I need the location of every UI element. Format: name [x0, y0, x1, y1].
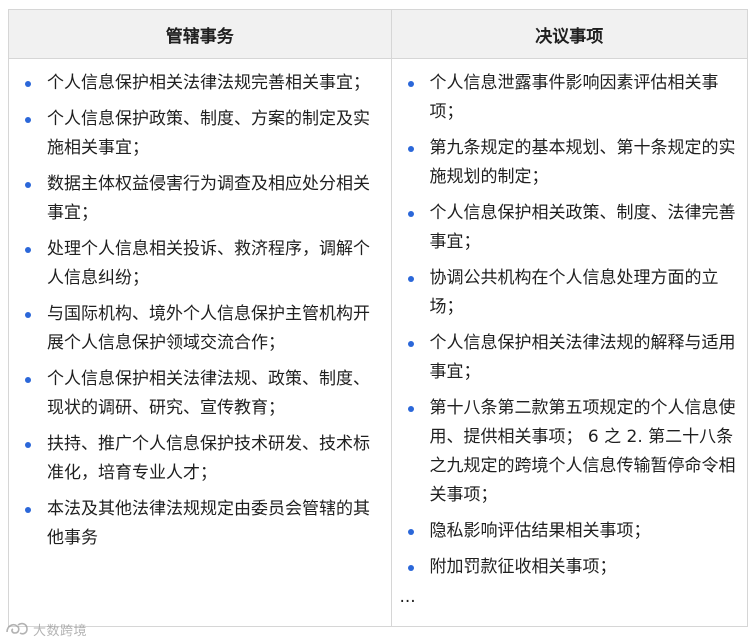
list-item-text: 与国际机构、境外个人信息保护主管机构开展个人信息保护领域交流合作； [47, 304, 370, 353]
jurisdiction-list: 个人信息保护相关法律法规完善相关事宜； 个人信息保护政策、制度、方案的制定及实施… [9, 59, 391, 553]
list-item-text: 协调公共机构在个人信息处理方面的立场； [429, 268, 719, 317]
bullet-icon [407, 565, 414, 571]
bullet-icon [407, 341, 414, 347]
ellipsis-text: ... [399, 587, 416, 607]
list-item: 个人信息保护相关法律法规完善相关事宜； [23, 69, 381, 98]
bullet-icon [25, 312, 31, 318]
bullet-icon [25, 377, 31, 383]
bullet-icon [407, 211, 414, 217]
list-item-text: 数据主体权益侵害行为调查及相应处分相关事宜； [47, 174, 370, 223]
list-item: 与国际机构、境外个人信息保护主管机构开展个人信息保护领域交流合作； [23, 300, 381, 358]
resolutions-cell: 个人信息泄露事件影响因素评估相关事项； 第九条规定的基本规划、第十条规定的实施规… [391, 59, 747, 627]
list-item-text: 第九条规定的基本规划、第十条规定的实施规划的制定； [429, 138, 736, 187]
list-item-text: 个人信息保护相关法律法规的解释与适用事宜； [429, 333, 736, 382]
bullet-icon [25, 442, 31, 448]
list-item-text: 个人信息保护相关法律法规、政策、制度、现状的调研、研究、宣传教育； [47, 369, 370, 418]
bullet-icon [407, 406, 414, 412]
list-item: 本法及其他法律法规规定由委员会管辖的其他事务 [23, 495, 381, 553]
list-item: 扶持、推广个人信息保护技术研发、技术标准化，培育专业人才； [23, 430, 381, 488]
bullet-icon [407, 276, 414, 282]
bullet-icon [25, 182, 31, 188]
list-item-text: 本法及其他法律法规规定由委员会管辖的其他事务 [47, 499, 370, 548]
header-jurisdiction: 管辖事务 [9, 10, 392, 59]
watermark: 大数跨境 [4, 618, 87, 640]
list-item-text: 第十八条第二款第五项规定的个人信息使用、提供相关事项； 6 之 2. 第二十八条… [429, 398, 736, 505]
list-item-text: 个人信息保护相关法律法规完善相关事宜； [47, 73, 370, 93]
bullet-icon [25, 81, 31, 87]
list-item-text: 扶持、推广个人信息保护技术研发、技术标准化，培育专业人才； [47, 434, 370, 483]
list-item: 个人信息泄露事件影响因素评估相关事项； [406, 69, 740, 127]
bullet-icon [407, 81, 414, 87]
comparison-table: 管辖事务 决议事项 个人信息保护相关法律法规完善相关事宜； 个人信息保护政策、制… [8, 9, 748, 627]
resolutions-list: 个人信息泄露事件影响因素评估相关事项； 第九条规定的基本规划、第十条规定的实施规… [392, 59, 748, 582]
list-item: 协调公共机构在个人信息处理方面的立场； [406, 264, 740, 322]
list-item-text: 个人信息保护政策、制度、方案的制定及实施相关事宜； [47, 109, 370, 158]
bullet-icon [25, 507, 31, 513]
bullet-icon [407, 146, 414, 152]
watermark-logo-icon [6, 622, 28, 635]
list-item-text: 附加罚款征收相关事项； [429, 557, 617, 577]
bullet-icon [25, 117, 31, 123]
list-item-text: 隐私影响评估结果相关事项； [429, 521, 651, 541]
list-item: 数据主体权益侵害行为调查及相应处分相关事宜； [23, 170, 381, 228]
list-item: 处理个人信息相关投诉、救济程序，调解个人信息纠纷； [23, 235, 381, 293]
list-item: 个人信息保护相关法律法规、政策、制度、现状的调研、研究、宣传教育； [23, 365, 381, 423]
table-body-row: 个人信息保护相关法律法规完善相关事宜； 个人信息保护政策、制度、方案的制定及实施… [9, 58, 747, 627]
list-item: 个人信息保护政策、制度、方案的制定及实施相关事宜； [23, 105, 381, 163]
list-item: 隐私影响评估结果相关事项； [406, 517, 740, 546]
list-item: 个人信息保护相关政策、制度、法律完善事宜； [406, 199, 740, 257]
list-item: 附加罚款征收相关事项； [406, 553, 740, 582]
watermark-text: 大数跨境 [33, 623, 88, 639]
list-item: 个人信息保护相关法律法规的解释与适用事宜； [406, 329, 740, 387]
list-item: 第九条规定的基本规划、第十条规定的实施规划的制定； [406, 134, 740, 192]
list-item-text: 个人信息泄露事件影响因素评估相关事项； [429, 73, 719, 122]
table-header-row: 管辖事务 决议事项 [9, 10, 747, 59]
list-item: 第十八条第二款第五项规定的个人信息使用、提供相关事项； 6 之 2. 第二十八条… [406, 394, 740, 510]
bullet-icon [25, 247, 31, 253]
list-item-text: 处理个人信息相关投诉、救济程序，调解个人信息纠纷； [47, 239, 370, 288]
jurisdiction-cell: 个人信息保护相关法律法规完善相关事宜； 个人信息保护政策、制度、方案的制定及实施… [9, 58, 392, 626]
header-resolutions: 决议事项 [391, 10, 747, 59]
list-item-text: 个人信息保护相关政策、制度、法律完善事宜； [429, 203, 736, 252]
bullet-icon [407, 529, 414, 535]
